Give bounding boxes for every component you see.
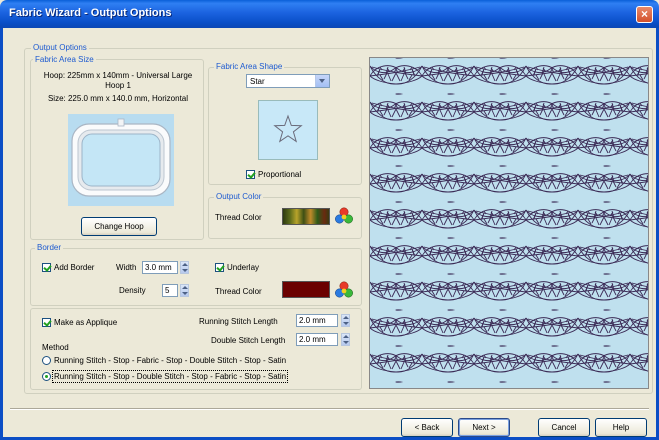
proportional-label: Proportional — [258, 170, 302, 179]
close-button[interactable]: × — [636, 6, 653, 23]
shape-select-value: Star — [250, 77, 265, 86]
hoop-description-line2: Hoop 1 — [105, 81, 131, 90]
spin-down-icon — [343, 341, 349, 344]
border-thread-color-label: Thread Color — [215, 287, 262, 296]
spin-down-icon — [182, 269, 188, 272]
shape-select[interactable]: Star — [246, 74, 330, 88]
method-option-2-label: Running Stitch - Stop - Double Stitch - … — [51, 370, 289, 383]
border-thread-color-swatch[interactable] — [282, 281, 330, 298]
method-option-1-radio[interactable] — [42, 356, 51, 365]
spin-down-icon — [182, 292, 188, 295]
hoop-description: Hoop: 225mm x 140mm - Universal Large — [43, 71, 193, 80]
add-border-label: Add Border — [54, 263, 95, 272]
method-option-1-label: Running Stitch - Stop - Fabric - Stop - … — [54, 356, 287, 365]
thread-color-swatch[interactable] — [282, 208, 330, 225]
next-button[interactable]: Next > — [458, 418, 510, 437]
size-description: Size: 225.0 mm x 140.0 mm, Horizontal — [47, 94, 189, 103]
fabric-area-shape-label: Fabric Area Shape — [214, 62, 285, 71]
spin-up-icon — [182, 263, 188, 266]
shape-preview — [258, 100, 318, 160]
double-stitch-length-label: Double Stitch Length — [211, 336, 286, 345]
fabric-area-size-label: Fabric Area Size — [33, 55, 96, 64]
spin-up-icon — [343, 335, 349, 338]
underlay-label: Underlay — [227, 263, 260, 272]
make-as-applique-label: Make as Applique — [54, 318, 118, 327]
density-label: Density — [119, 286, 146, 295]
width-field[interactable]: 3.0 mm — [142, 261, 178, 274]
width-label: Width — [116, 263, 137, 272]
leaf-pattern-preview — [370, 58, 648, 388]
back-button[interactable]: < Back — [401, 418, 453, 437]
spin-up-icon — [343, 316, 349, 319]
output-options-label: Output Options — [31, 43, 89, 52]
change-hoop-button[interactable]: Change Hoop — [81, 217, 157, 236]
width-spinner[interactable] — [180, 261, 189, 274]
close-icon: × — [640, 7, 648, 21]
running-stitch-length-spinner[interactable] — [341, 314, 350, 327]
running-stitch-length-label: Running Stitch Length — [199, 317, 278, 326]
chevron-down-icon — [315, 75, 329, 87]
method-option-2-radio[interactable] — [42, 372, 51, 381]
density-field[interactable]: 5 — [162, 284, 178, 297]
hoop-icon — [71, 118, 171, 197]
hoop-preview — [68, 114, 174, 206]
make-as-applique-checkbox[interactable] — [42, 318, 51, 327]
spin-up-icon — [182, 286, 188, 289]
help-button[interactable]: Help — [595, 418, 647, 437]
double-stitch-length-field[interactable]: 2.0 mm — [296, 333, 338, 346]
running-stitch-length-field[interactable]: 2.0 mm — [296, 314, 338, 327]
color-wheel-icon[interactable] — [334, 280, 354, 300]
pattern-preview — [369, 57, 649, 389]
star-shape-icon — [273, 114, 303, 143]
output-thread-color-label: Thread Color — [215, 213, 262, 222]
border-label: Border — [35, 243, 64, 252]
spin-down-icon — [343, 322, 349, 325]
method-label: Method — [42, 343, 69, 352]
window-title: Fabric Wizard - Output Options — [9, 7, 172, 19]
output-color-label: Output Color — [214, 192, 264, 201]
button-separator — [10, 408, 649, 410]
add-border-checkbox[interactable] — [42, 263, 51, 272]
proportional-checkbox[interactable] — [246, 170, 255, 179]
double-stitch-length-spinner[interactable] — [341, 333, 350, 346]
color-wheel-icon[interactable] — [334, 206, 354, 226]
underlay-checkbox[interactable] — [215, 263, 224, 272]
density-spinner[interactable] — [180, 284, 189, 297]
title-bar: Fabric Wizard - Output Options × — [0, 0, 659, 28]
cancel-button[interactable]: Cancel — [538, 418, 590, 437]
